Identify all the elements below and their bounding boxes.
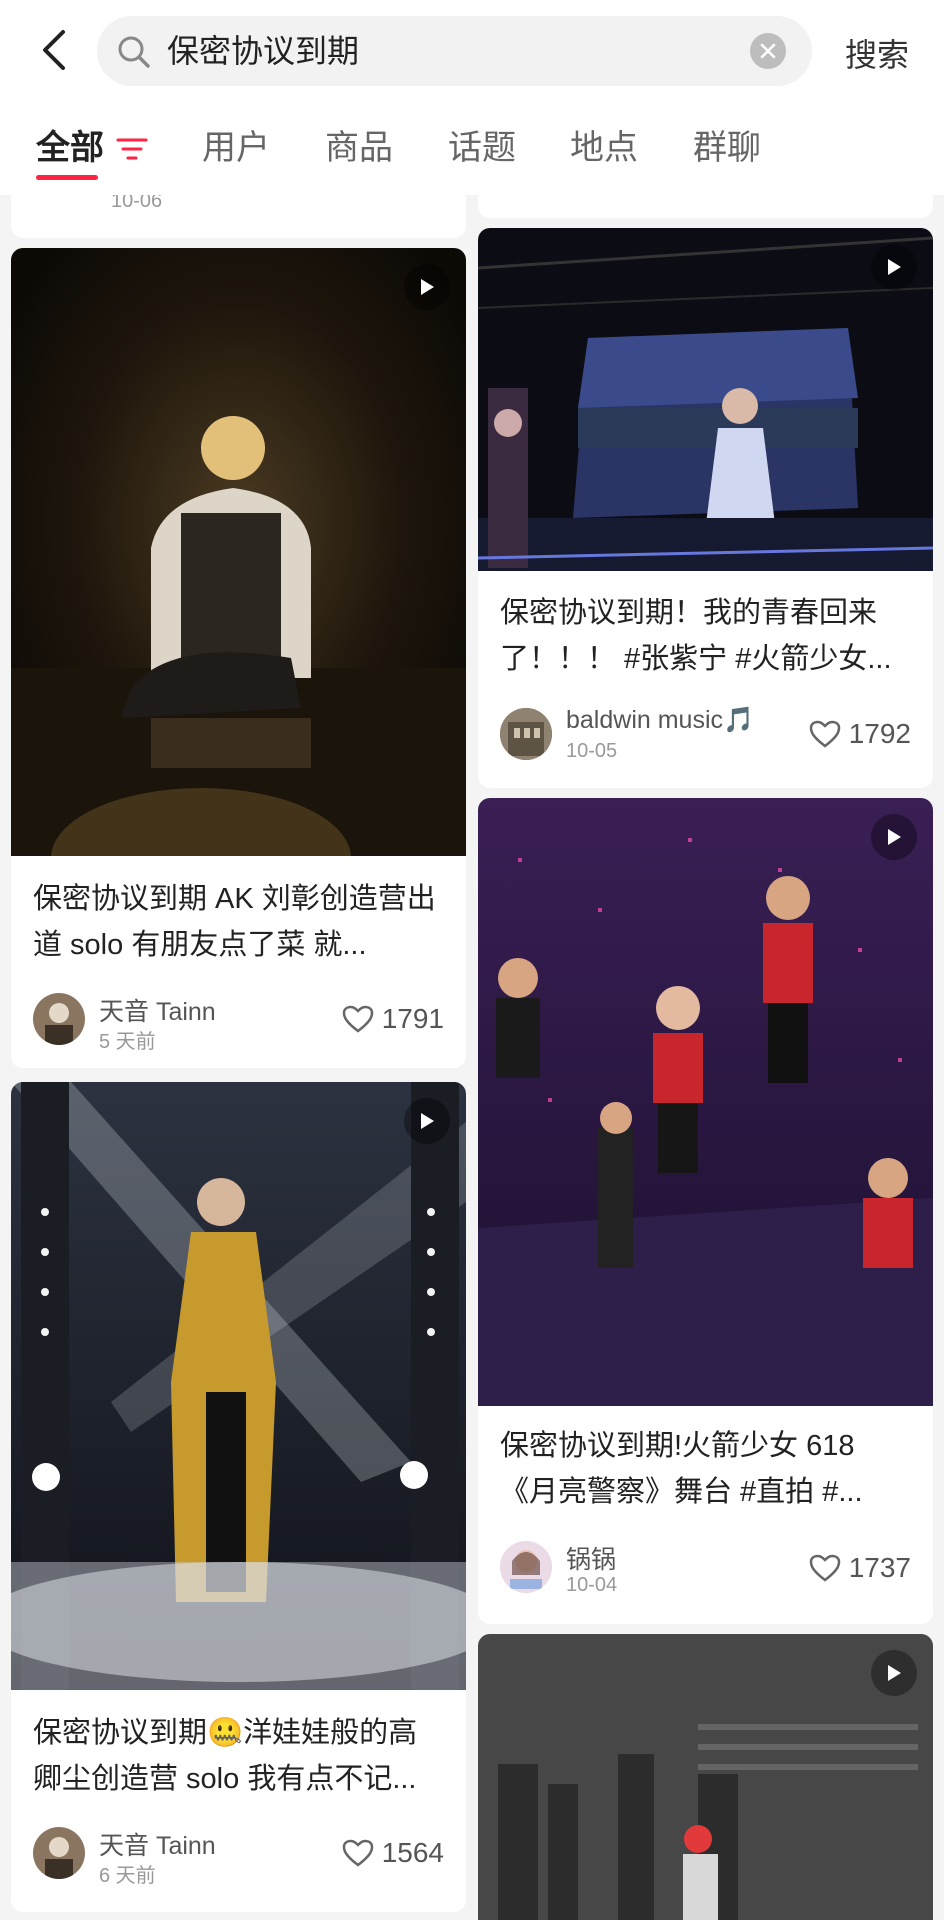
search-query: 保密协议到期 <box>167 33 360 69</box>
author-name[interactable]: baldwin music🎵 <box>566 706 754 735</box>
heart-icon <box>342 1839 373 1867</box>
note-card[interactable]: 保密协议到期！我的青春回来了！！！ #张紫宁 #火箭少女... baldwin … <box>478 228 933 788</box>
active-tab-indicator <box>36 175 98 180</box>
author-avatar[interactable] <box>33 1827 85 1879</box>
tab-places[interactable]: 地点 <box>570 118 638 178</box>
search-results-page: 保密协议到期 搜索 全部 用户 商品 话题 地点 群聊 10-06 保密协议到期… <box>0 0 944 1920</box>
author-name[interactable]: 天音 Tainn <box>99 1826 216 1862</box>
note-title: 保密协议到期!火箭少女 618《月亮警察》舞台 #直拍 #... <box>500 1430 863 1508</box>
tab-users[interactable]: 用户 <box>202 118 270 178</box>
note-card[interactable] <box>478 1634 933 1920</box>
note-date: 10-05 <box>566 740 618 762</box>
like-button[interactable]: 1791 <box>342 1003 444 1035</box>
like-button[interactable]: 1564 <box>342 1837 444 1869</box>
filter-icon[interactable] <box>116 136 148 162</box>
tab-group-chats[interactable]: 群聊 <box>693 118 761 178</box>
note-date: 6 天前 <box>99 1865 156 1887</box>
like-button[interactable]: 1792 <box>809 718 911 750</box>
search-input[interactable]: 保密协议到期 <box>97 16 812 86</box>
video-thumbnail <box>478 798 933 1406</box>
play-icon <box>871 1650 917 1696</box>
header: 保密协议到期 搜索 全部 用户 商品 话题 地点 群聊 <box>0 0 944 195</box>
author-avatar[interactable] <box>500 708 552 760</box>
tab-products[interactable]: 商品 <box>325 118 393 178</box>
author-name[interactable]: 天音 Tainn <box>99 992 216 1028</box>
note-title: 保密协议到期！我的青春回来了！！！ #张紫宁 #火箭少女... <box>500 597 892 675</box>
note-card[interactable]: 保密协议到期🤐洋娃娃般的高卿尘创造营 solo 我有点不记... 天音 Tain… <box>11 1082 466 1912</box>
play-icon <box>404 264 450 310</box>
note-card[interactable]: 保密协议到期 AK 刘彰创造营出道 solo 有朋友点了菜 就... 天音 Ta… <box>11 248 466 1068</box>
video-thumbnail <box>11 1082 466 1690</box>
like-count: 1792 <box>848 718 911 749</box>
note-date: 10-04 <box>566 1574 618 1596</box>
play-icon <box>404 1098 450 1144</box>
video-thumbnail <box>11 248 466 856</box>
author-avatar[interactable] <box>500 1541 552 1593</box>
heart-icon <box>809 720 840 748</box>
note-card[interactable]: 保密协议到期!火箭少女 618《月亮警察》舞台 #直拍 #... 锅锅 10-0… <box>478 798 933 1624</box>
tab-all[interactable]: 全部 <box>36 118 104 178</box>
note-title: 保密协议到期 AK 刘彰创造营出道 solo 有朋友点了菜 就... <box>33 883 436 961</box>
author-avatar[interactable] <box>33 993 85 1045</box>
video-thumbnail <box>478 228 933 571</box>
tab-topics[interactable]: 话题 <box>448 118 516 178</box>
search-button[interactable]: 搜索 <box>845 30 909 76</box>
like-button[interactable]: 1737 <box>809 1552 911 1584</box>
note-date: 5 天前 <box>99 1031 156 1053</box>
back-button[interactable] <box>30 26 78 74</box>
heart-icon <box>342 1005 373 1033</box>
play-icon <box>871 244 917 290</box>
filter-tabs: 全部 用户 商品 话题 地点 群聊 <box>0 118 944 188</box>
clear-search-button[interactable] <box>750 33 786 69</box>
like-count: 1564 <box>381 1837 444 1868</box>
play-icon <box>871 814 917 860</box>
video-thumbnail <box>478 1634 933 1920</box>
like-count: 1737 <box>848 1552 911 1583</box>
heart-icon <box>809 1554 840 1582</box>
search-icon <box>118 36 150 68</box>
close-icon <box>760 43 776 59</box>
note-title: 保密协议到期🤐洋娃娃般的高卿尘创造营 solo 我有点不记... <box>33 1717 418 1795</box>
like-count: 1791 <box>381 1003 444 1034</box>
chevron-left-icon <box>43 30 65 70</box>
author-name[interactable]: 锅锅 <box>566 1540 616 1576</box>
